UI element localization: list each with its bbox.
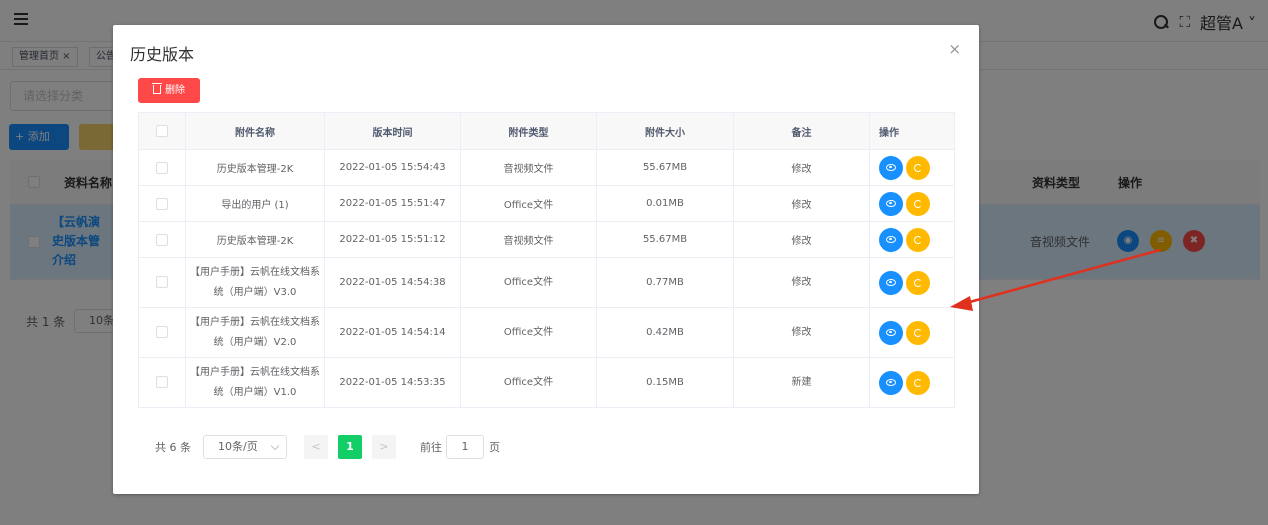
annotation-arrow xyxy=(950,248,1161,311)
arrow-head xyxy=(950,296,973,311)
arrow-line xyxy=(965,248,1161,305)
